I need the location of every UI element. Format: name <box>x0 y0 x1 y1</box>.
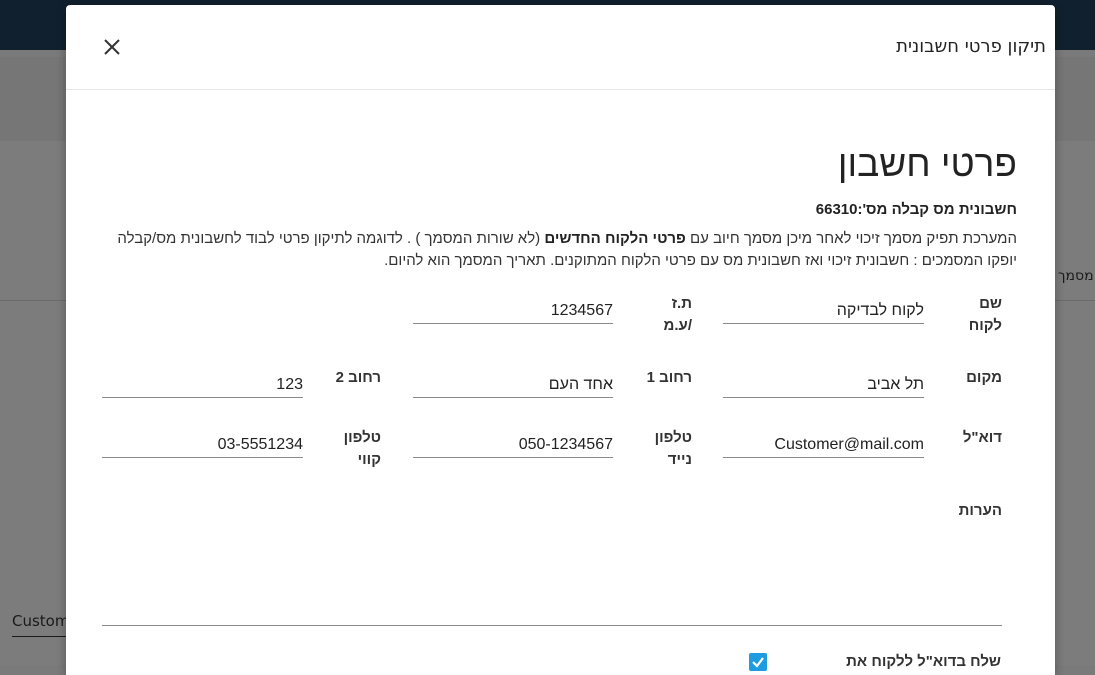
customer-name-input[interactable]: לקוח לבדיקה <box>723 299 924 324</box>
landline-label: טלפון קווי <box>343 429 381 468</box>
city-label: מקום <box>966 369 1002 386</box>
notes-label: הערות <box>958 502 1002 519</box>
section-title: פרטי חשבון <box>837 143 1017 184</box>
email-input[interactable]: Customer@mail.com <box>723 433 924 458</box>
check-icon <box>752 657 764 668</box>
close-icon[interactable] <box>100 35 124 59</box>
street2-input[interactable]: 123 <box>102 373 303 398</box>
id-number-input[interactable]: 1234567 <box>413 299 613 324</box>
dialog-header: תיקון פרטי חשבונית <box>66 5 1055 90</box>
notes-textarea[interactable] <box>102 605 1002 626</box>
id-number-label: ת.ז /ע.מ <box>663 295 693 334</box>
street2-label: רחוב 2 <box>335 369 381 386</box>
send-email-label: שלח בדוא"ל ללקוח את <box>846 653 1001 670</box>
send-email-checkbox[interactable] <box>749 653 767 671</box>
edit-invoice-dialog: תיקון פרטי חשבונית פרטי חשבון חשבונית מס… <box>66 5 1055 675</box>
mobile-label: טלפון נייד <box>654 429 692 468</box>
description-text: המערכת תפיק מסמך זיכוי לאחר מיכן מסמך חי… <box>117 230 1017 269</box>
street1-label: רחוב 1 <box>646 369 692 386</box>
customer-name-label: שם לקוח <box>968 295 1002 334</box>
landline-input[interactable]: 03-5551234 <box>102 433 303 458</box>
city-input[interactable]: תל אביב <box>723 373 924 398</box>
dialog-title: תיקון פרטי חשבונית <box>896 36 1046 57</box>
app-document-label: מסמך <box>1058 268 1094 284</box>
street1-input[interactable]: אחד העם <box>413 373 613 398</box>
app-customer-input[interactable]: Customer <box>12 612 68 637</box>
mobile-input[interactable]: 050-1234567 <box>413 433 613 458</box>
invoice-number: חשבונית מס קבלה מס':66310 <box>815 201 1017 218</box>
email-label: דוא"ל <box>962 429 1002 446</box>
